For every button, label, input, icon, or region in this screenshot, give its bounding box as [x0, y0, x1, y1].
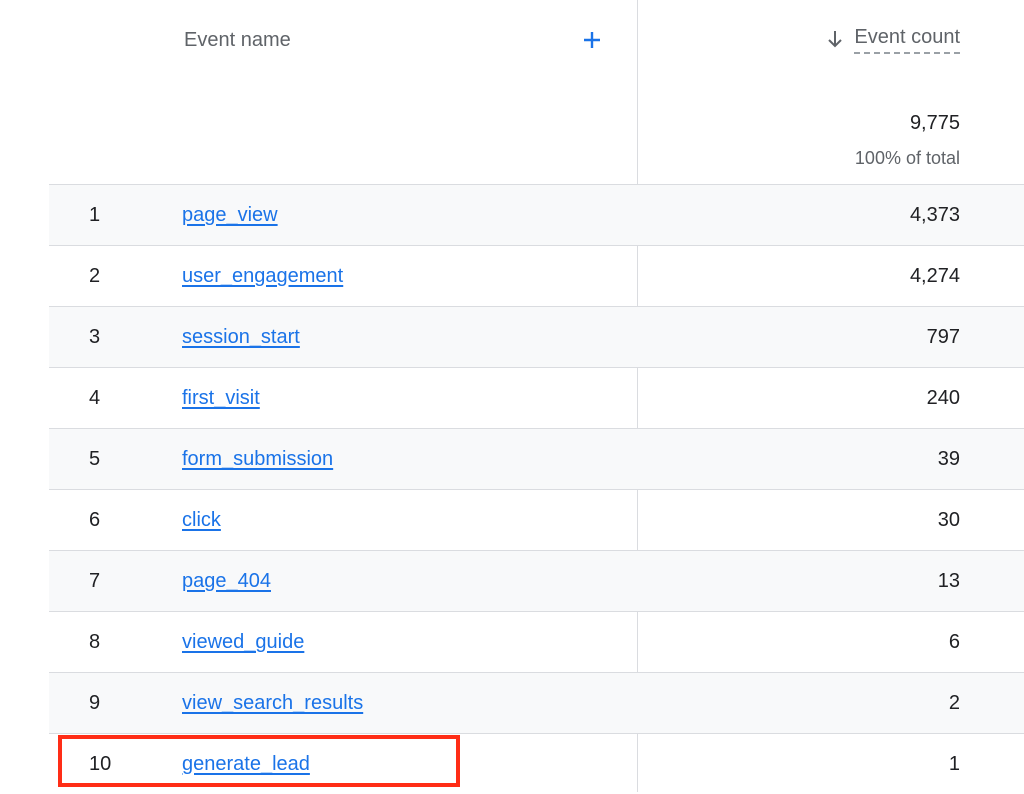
table-row: 3 session_start 797	[49, 306, 1024, 367]
event-count-value: 797	[926, 326, 960, 348]
event-count-value: 30	[937, 509, 960, 531]
row-index: 8	[89, 631, 101, 653]
table-row: 7 page_404 13	[49, 550, 1024, 611]
table-row: 2 user_engagement 4,274	[49, 245, 1024, 306]
table-row: 9 view_search_results 2	[49, 672, 1024, 733]
event-count-value: 2	[948, 692, 960, 714]
event-count-value: 13	[937, 570, 960, 592]
event-count-value: 1	[948, 753, 960, 775]
row-index: 3	[89, 326, 101, 348]
row-index: 6	[89, 509, 101, 531]
event-name-link[interactable]: form_submission	[182, 446, 333, 472]
table-row: 5 form_submission 39	[49, 428, 1024, 489]
row-index: 5	[89, 448, 101, 470]
event-count-value: 240	[926, 387, 960, 409]
events-table: Event name Event count 9,775 100% of tot…	[0, 0, 1024, 792]
event-name-link[interactable]: user_engagement	[182, 263, 343, 289]
row-index: 1	[89, 204, 101, 226]
add-dimension-button[interactable]	[576, 24, 608, 56]
event-name-column-header[interactable]: Event name	[184, 27, 291, 53]
event-count-value: 4,373	[909, 204, 960, 226]
event-name-link[interactable]: generate_lead	[182, 751, 310, 777]
table-row: 1 page_view 4,373	[49, 184, 1024, 245]
row-index: 10	[89, 753, 112, 775]
total-event-count: 9,775	[909, 112, 960, 134]
arrow-down-icon	[826, 30, 844, 48]
event-count-value: 6	[948, 631, 960, 653]
event-name-link[interactable]: page_view	[182, 202, 278, 228]
table-body: 1 page_view 4,373 2 user_engagement 4,27…	[49, 184, 1024, 794]
row-index: 9	[89, 692, 101, 714]
plus-icon	[584, 32, 600, 48]
event-name-link[interactable]: session_start	[182, 324, 300, 350]
event-count-value: 39	[937, 448, 960, 470]
table-row: 10 generate_lead 1	[49, 733, 1024, 794]
table-row: 4 first_visit 240	[49, 367, 1024, 428]
event-name-link[interactable]: view_search_results	[182, 690, 363, 716]
event-count-label: Event count	[854, 24, 960, 54]
row-index: 2	[89, 265, 101, 287]
event-count-value: 4,274	[909, 265, 960, 287]
event-name-link[interactable]: page_404	[182, 568, 271, 594]
row-index: 4	[89, 387, 101, 409]
event-count-column-header[interactable]: Event count	[826, 24, 960, 54]
table-row: 8 viewed_guide 6	[49, 611, 1024, 672]
event-name-link[interactable]: viewed_guide	[182, 629, 304, 655]
event-name-link[interactable]: click	[182, 507, 221, 533]
row-index: 7	[89, 570, 101, 592]
total-percent: 100% of total	[854, 148, 960, 168]
table-row: 6 click 30	[49, 489, 1024, 550]
event-name-link[interactable]: first_visit	[182, 385, 260, 411]
